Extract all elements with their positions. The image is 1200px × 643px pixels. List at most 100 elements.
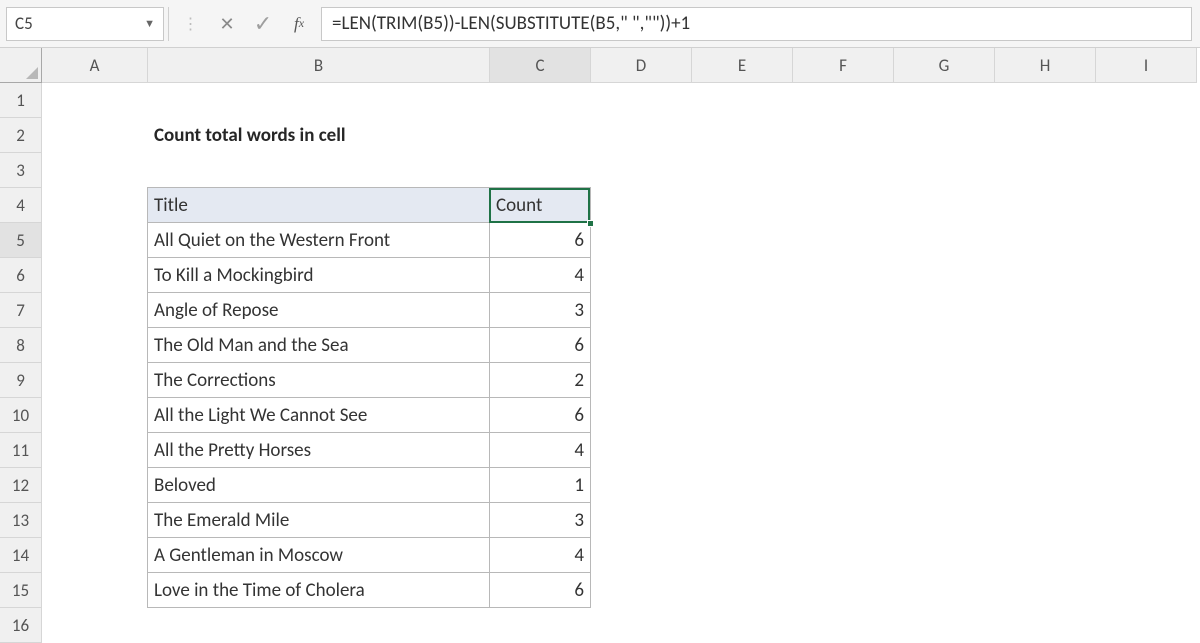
table-row[interactable]: All the Light We Cannot See	[147, 397, 490, 433]
cell-empty[interactable]	[591, 258, 692, 293]
table-header-count[interactable]: Count	[489, 187, 591, 223]
cell-empty[interactable]	[995, 608, 1096, 643]
cell-empty[interactable]	[894, 118, 995, 153]
table-row[interactable]: 4	[489, 432, 591, 468]
cell-empty[interactable]	[692, 538, 793, 573]
table-row[interactable]: 6	[489, 327, 591, 363]
cell-empty[interactable]	[995, 503, 1096, 538]
cell-empty[interactable]	[692, 258, 793, 293]
cell-empty[interactable]	[894, 328, 995, 363]
cell-empty[interactable]	[42, 363, 148, 398]
table-row[interactable]: 6	[489, 572, 591, 608]
table-row[interactable]: 3	[489, 502, 591, 538]
row-header-9[interactable]: 9	[0, 363, 42, 398]
select-all-corner[interactable]	[0, 48, 42, 83]
cell-empty[interactable]	[793, 573, 894, 608]
cell-empty[interactable]	[995, 83, 1096, 118]
cell-empty[interactable]	[894, 223, 995, 258]
cell-empty[interactable]	[42, 573, 148, 608]
table-row[interactable]: To Kill a Mockingbird	[147, 257, 490, 293]
cell-empty[interactable]	[894, 293, 995, 328]
cell-empty[interactable]	[793, 153, 894, 188]
cell-empty[interactable]	[692, 223, 793, 258]
cell-empty[interactable]	[692, 118, 793, 153]
cell-empty[interactable]	[1096, 258, 1197, 293]
row-header-1[interactable]: 1	[0, 83, 42, 118]
formula-input[interactable]: =LEN(TRIM(B5))-LEN(SUBSTITUTE(B5," ","")…	[321, 7, 1192, 41]
table-row[interactable]: The Old Man and the Sea	[147, 327, 490, 363]
table-row[interactable]: 2	[489, 362, 591, 398]
cell-empty[interactable]	[692, 328, 793, 363]
table-row[interactable]: 3	[489, 292, 591, 328]
page-title[interactable]: Count total words in cell	[148, 118, 490, 153]
cell-empty[interactable]	[591, 153, 692, 188]
cell-empty[interactable]	[692, 188, 793, 223]
cell-empty[interactable]	[894, 363, 995, 398]
cell-empty[interactable]	[42, 538, 148, 573]
table-row[interactable]: The Corrections	[147, 362, 490, 398]
cell-empty[interactable]	[1096, 363, 1197, 398]
cell-empty[interactable]	[894, 83, 995, 118]
cell-empty[interactable]	[995, 293, 1096, 328]
cell-empty[interactable]	[995, 538, 1096, 573]
cell-empty[interactable]	[1096, 573, 1197, 608]
cell-empty[interactable]	[148, 153, 490, 188]
cell-empty[interactable]	[591, 83, 692, 118]
cell-empty[interactable]	[42, 293, 148, 328]
cell-empty[interactable]	[591, 293, 692, 328]
cell-empty[interactable]	[894, 433, 995, 468]
cell-empty[interactable]	[995, 118, 1096, 153]
table-row[interactable]: All Quiet on the Western Front	[147, 222, 490, 258]
cell-empty[interactable]	[793, 118, 894, 153]
row-header-7[interactable]: 7	[0, 293, 42, 328]
chevron-down-icon[interactable]: ▼	[144, 17, 155, 30]
cell-empty[interactable]	[591, 433, 692, 468]
cell-empty[interactable]	[894, 398, 995, 433]
cell-empty[interactable]	[793, 468, 894, 503]
cell-empty[interactable]	[894, 258, 995, 293]
cell-empty[interactable]	[42, 118, 148, 153]
row-header-11[interactable]: 11	[0, 433, 42, 468]
cell-empty[interactable]	[793, 293, 894, 328]
row-header-2[interactable]: 2	[0, 118, 42, 153]
cell-empty[interactable]	[894, 608, 995, 643]
cell-empty[interactable]	[1096, 398, 1197, 433]
cell-empty[interactable]	[490, 83, 591, 118]
column-header-B[interactable]: B	[148, 48, 490, 83]
cell-empty[interactable]	[42, 433, 148, 468]
cell-empty[interactable]	[793, 258, 894, 293]
table-row[interactable]: Angle of Repose	[147, 292, 490, 328]
row-header-8[interactable]: 8	[0, 328, 42, 363]
table-row[interactable]: The Emerald Mile	[147, 502, 490, 538]
fill-handle[interactable]	[587, 220, 594, 227]
cell-empty[interactable]	[42, 83, 148, 118]
spreadsheet-grid[interactable]: ABCDEFGHI12Count total words in cell34Ti…	[0, 48, 1200, 643]
cell-empty[interactable]	[793, 538, 894, 573]
column-header-H[interactable]: H	[995, 48, 1096, 83]
row-header-6[interactable]: 6	[0, 258, 42, 293]
table-row[interactable]: Beloved	[147, 467, 490, 503]
cell-empty[interactable]	[793, 188, 894, 223]
cell-empty[interactable]	[591, 223, 692, 258]
cell-empty[interactable]	[1096, 328, 1197, 363]
cell-empty[interactable]	[995, 258, 1096, 293]
cell-empty[interactable]	[1096, 153, 1197, 188]
column-header-F[interactable]: F	[793, 48, 894, 83]
cell-empty[interactable]	[793, 608, 894, 643]
cell-empty[interactable]	[1096, 468, 1197, 503]
row-header-16[interactable]: 16	[0, 608, 42, 643]
cell-empty[interactable]	[591, 188, 692, 223]
cell-empty[interactable]	[1096, 223, 1197, 258]
cell-empty[interactable]	[692, 398, 793, 433]
cell-empty[interactable]	[1096, 503, 1197, 538]
cell-empty[interactable]	[995, 188, 1096, 223]
table-row[interactable]: 6	[489, 222, 591, 258]
cell-empty[interactable]	[148, 83, 490, 118]
cell-empty[interactable]	[995, 153, 1096, 188]
cancel-button[interactable]: ✕	[209, 7, 245, 41]
cell-empty[interactable]	[591, 363, 692, 398]
row-header-5[interactable]: 5	[0, 223, 42, 258]
insert-function-button[interactable]: fx	[281, 7, 317, 41]
cell-empty[interactable]	[995, 573, 1096, 608]
cell-empty[interactable]	[692, 363, 793, 398]
